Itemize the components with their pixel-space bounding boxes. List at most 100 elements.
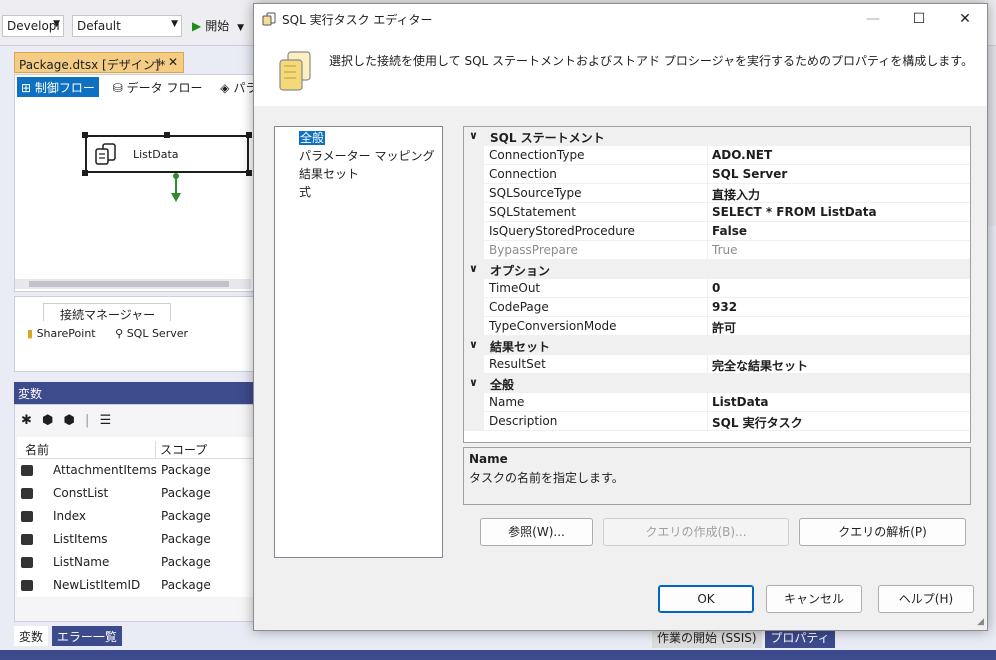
selection-handle[interactable] bbox=[82, 132, 88, 138]
property-value[interactable]: 完全な結果セット bbox=[712, 357, 808, 374]
document-tab-package[interactable]: Package.dtsx [デザイン]* ⊣ ✕ bbox=[14, 52, 184, 73]
delete-variable-icon[interactable]: ⬢ bbox=[64, 413, 75, 428]
editor-scrollbar[interactable] bbox=[988, 46, 996, 226]
property-row[interactable]: IsQueryStoredProcedure False bbox=[464, 222, 970, 241]
property-value[interactable]: ADO.NET bbox=[712, 148, 772, 162]
start-button-label: 開始 bbox=[205, 19, 230, 33]
property-value: True bbox=[712, 243, 738, 257]
configuration-combo[interactable]: Developi ▼ bbox=[2, 15, 64, 37]
property-category-options[interactable]: ∨ オプション bbox=[464, 260, 970, 279]
help-button[interactable]: ヘルプ(H) bbox=[878, 585, 974, 613]
table-row[interactable]: Index Package bbox=[17, 505, 253, 528]
chevron-down-icon[interactable]: ∨ bbox=[469, 338, 478, 351]
variables-panel: ✱ ⬢ ⬢ | ☰ 名前 スコープ AttachmentItems Packag… bbox=[14, 404, 254, 622]
tab-data-flow-label: データ フロー bbox=[126, 81, 203, 95]
property-category-general[interactable]: ∨ 全般 bbox=[464, 374, 970, 393]
property-row[interactable]: SQLSourceType 直接入力 bbox=[464, 184, 970, 203]
chevron-down-icon[interactable]: ∨ bbox=[469, 376, 478, 389]
property-value[interactable]: 直接入力 bbox=[712, 186, 760, 203]
table-row[interactable]: AttachmentItems Package bbox=[17, 459, 253, 482]
nav-item-result-set[interactable]: 結果セット bbox=[275, 164, 442, 182]
property-row[interactable]: CodePage 932 bbox=[464, 298, 970, 317]
cancel-button[interactable]: キャンセル bbox=[766, 585, 862, 613]
nav-item-parameter-mapping[interactable]: パラメーター マッピング bbox=[275, 146, 442, 164]
parse-query-button[interactable]: クエリの解析(P) bbox=[799, 518, 966, 546]
property-value[interactable]: SQL Server bbox=[712, 167, 787, 181]
platform-combo[interactable]: Default ▼ bbox=[72, 15, 182, 37]
connection-sharepoint[interactable]: ▮ SharePoint bbox=[27, 327, 99, 340]
tab-error-list[interactable]: エラー一覧 bbox=[51, 626, 122, 646]
connection-list: ▮ SharePoint ⚲ SQL Server bbox=[27, 327, 204, 340]
dialog-titlebar[interactable]: SQL 実行タスク エディター — ☐ ✕ bbox=[254, 4, 987, 34]
tab-getting-started[interactable]: 作業の開始 (SSIS) bbox=[652, 628, 762, 648]
scrollbar-thumb[interactable] bbox=[29, 281, 229, 287]
property-value[interactable]: SELECT * FROM ListData bbox=[712, 205, 877, 219]
table-row[interactable]: ListItems Package bbox=[17, 528, 253, 551]
design-canvas[interactable]: ListData bbox=[15, 101, 253, 281]
property-value[interactable]: SQL 実行タスク bbox=[712, 414, 803, 431]
resize-grip-icon[interactable]: ◢ bbox=[977, 617, 984, 627]
toolbar-separator: | bbox=[85, 413, 90, 428]
minimize-button[interactable]: — bbox=[850, 4, 896, 34]
variable-name: NewListItemID bbox=[53, 578, 141, 592]
close-button[interactable]: ✕ bbox=[942, 4, 988, 34]
tab-data-flow[interactable]: ⛁ データ フロー bbox=[109, 77, 207, 97]
close-icon[interactable]: ✕ bbox=[168, 55, 178, 69]
property-value[interactable]: 932 bbox=[712, 300, 737, 314]
selection-handle[interactable] bbox=[246, 132, 252, 138]
variables-title-text: 変数 bbox=[18, 387, 43, 401]
nav-item-expressions[interactable]: 式 bbox=[275, 182, 442, 200]
chevron-down-icon: ▼ bbox=[53, 19, 60, 29]
chevron-down-icon[interactable]: ∨ bbox=[469, 129, 478, 142]
property-category-sql-statement[interactable]: ∨ SQL ステートメント bbox=[464, 127, 970, 146]
property-row[interactable]: Connection SQL Server bbox=[464, 165, 970, 184]
chevron-down-icon[interactable]: ∨ bbox=[469, 262, 478, 275]
property-value[interactable]: 許可 bbox=[712, 319, 736, 336]
dialog-title: SQL 実行タスク エディター bbox=[282, 13, 433, 27]
table-row[interactable]: NewListItemID Package bbox=[17, 574, 253, 597]
sql-server-connection-icon: ⚲ bbox=[115, 327, 124, 340]
tab-connection-managers[interactable]: 接続マネージャー bbox=[43, 303, 171, 322]
property-value[interactable]: False bbox=[712, 224, 747, 238]
grid-options-icon[interactable]: ☰ bbox=[100, 413, 112, 428]
tab-properties[interactable]: プロパティ bbox=[765, 628, 835, 648]
property-value[interactable]: ListData bbox=[712, 395, 769, 409]
browse-button[interactable]: 参照(W)... bbox=[480, 518, 593, 546]
nav-item-general[interactable]: 全般 bbox=[275, 128, 442, 146]
category-label: 全般 bbox=[490, 378, 515, 392]
tab-control-flow[interactable]: ⊞ 制御フロー bbox=[17, 77, 99, 97]
property-row[interactable]: Description SQL 実行タスク bbox=[464, 412, 970, 431]
pin-icon[interactable]: ⊣ bbox=[151, 56, 161, 69]
variable-name: AttachmentItems bbox=[53, 463, 157, 477]
column-header-name[interactable]: 名前 bbox=[25, 441, 49, 458]
chevron-down-icon: ▼ bbox=[237, 23, 244, 33]
property-row[interactable]: TypeConversionMode 許可 bbox=[464, 317, 970, 336]
task-listdata[interactable]: ListData bbox=[85, 135, 249, 173]
property-row[interactable]: TimeOut 0 bbox=[464, 279, 970, 298]
table-row[interactable]: ConstList Package bbox=[17, 482, 253, 505]
property-value[interactable]: 0 bbox=[712, 281, 720, 295]
precedence-arrow-icon[interactable] bbox=[171, 173, 181, 203]
property-name: Name bbox=[489, 395, 525, 409]
connection-sql-server[interactable]: ⚲ SQL Server bbox=[115, 327, 188, 340]
property-row[interactable]: ResultSet 完全な結果セット bbox=[464, 355, 970, 374]
property-row[interactable]: SQLStatement SELECT * FROM ListData bbox=[464, 203, 970, 222]
parameters-icon: ◈ bbox=[220, 81, 230, 95]
variable-scope: Package bbox=[161, 509, 211, 523]
maximize-button[interactable]: ☐ bbox=[896, 4, 942, 34]
add-variable-icon[interactable]: ✱ bbox=[21, 413, 32, 428]
ok-button[interactable]: OK bbox=[658, 585, 754, 613]
property-category-result-set[interactable]: ∨ 結果セット bbox=[464, 336, 970, 355]
selection-handle[interactable] bbox=[82, 170, 88, 176]
table-row[interactable]: ListName Package bbox=[17, 551, 253, 574]
selection-handle[interactable] bbox=[246, 170, 252, 176]
property-row[interactable]: ConnectionType ADO.NET bbox=[464, 146, 970, 165]
chevron-down-icon: ▼ bbox=[171, 19, 178, 29]
start-button[interactable]: ▶ 開始 ▼ bbox=[192, 17, 244, 34]
column-header-scope[interactable]: スコープ bbox=[155, 441, 207, 458]
property-row[interactable]: Name ListData bbox=[464, 393, 970, 412]
tab-variables[interactable]: 変数 bbox=[14, 626, 49, 646]
designer-horizontal-scrollbar[interactable] bbox=[15, 279, 251, 289]
move-variable-icon[interactable]: ⬢ bbox=[42, 413, 53, 428]
selection-handle[interactable] bbox=[164, 132, 170, 138]
